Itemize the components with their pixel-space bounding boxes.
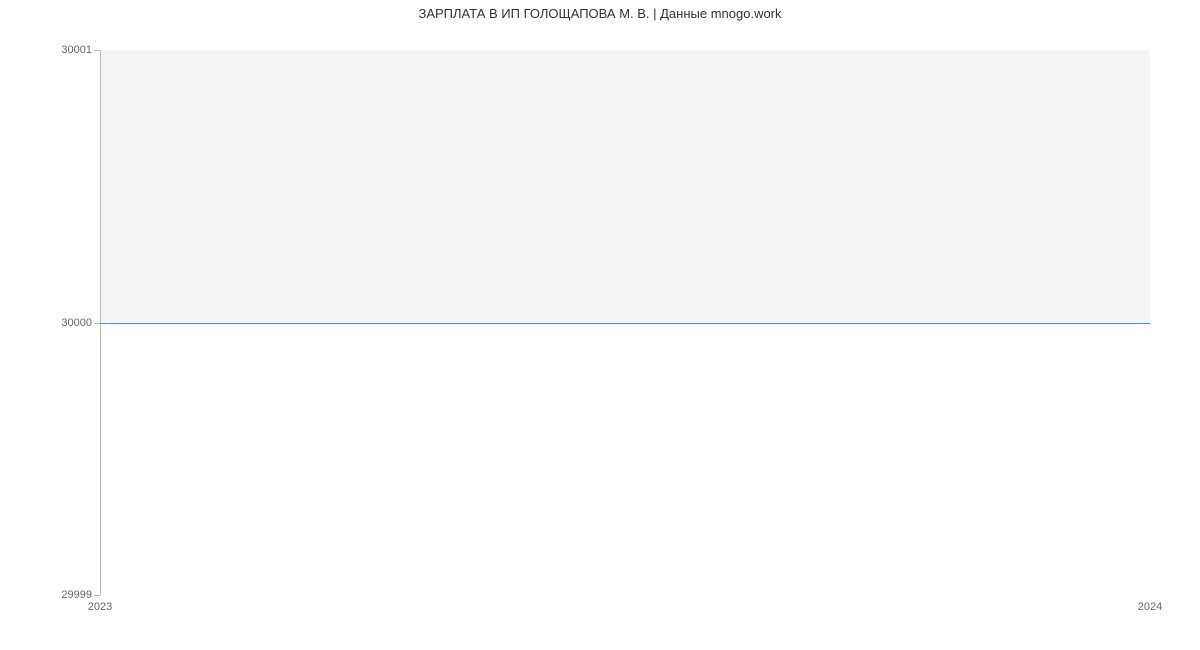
plot-background (100, 50, 1150, 323)
y-tick-label: 30001 (42, 44, 92, 56)
y-tick-label: 29999 (42, 589, 92, 601)
y-tick-label: 30000 (42, 317, 92, 329)
x-tick-label: 2024 (1138, 601, 1162, 613)
chart-title: ЗАРПЛАТА В ИП ГОЛОЩАПОВА М. В. | Данные … (0, 6, 1200, 21)
chart-container: ЗАРПЛАТА В ИП ГОЛОЩАПОВА М. В. | Данные … (0, 0, 1200, 650)
data-series-line (100, 323, 1150, 324)
y-tick (94, 595, 100, 596)
y-tick (94, 50, 100, 51)
x-tick-label: 2023 (88, 601, 112, 613)
